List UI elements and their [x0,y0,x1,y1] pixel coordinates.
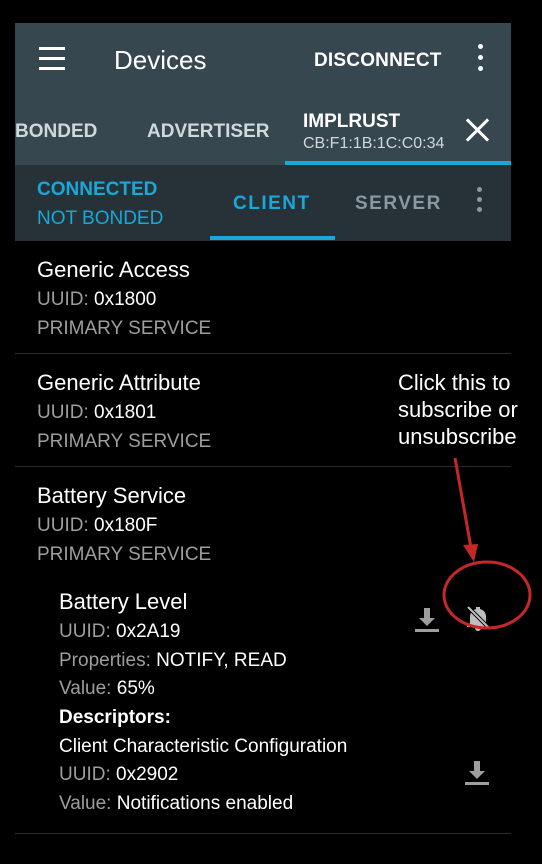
divider [15,833,511,834]
service-battery[interactable]: Battery Service UUID: 0x180F PRIMARY SER… [15,467,511,579]
tab-advertiser[interactable]: ADVERTISER [147,121,269,143]
service-name: Battery Service [37,483,187,508]
service-type: PRIMARY SERVICE [37,318,212,339]
tab-server[interactable]: SERVER [355,193,442,215]
close-icon[interactable] [465,117,491,143]
service-uuid: UUID: 0x1800 [37,289,157,310]
annotation-text: Click this to subscribe or unsubscribe [398,370,518,449]
service-name: Generic Attribute [37,370,201,395]
characteristic-uuid: UUID: 0x2A19 [59,621,181,642]
descriptors-heading: Descriptors: [59,707,171,728]
service-uuid: UUID: 0x1801 [37,402,157,423]
descriptor-uuid: UUID: 0x2902 [59,764,179,785]
disconnect-button[interactable]: DISCONNECT [314,50,442,72]
download-icon[interactable] [413,605,441,633]
characteristic-battery-level[interactable]: Battery Level UUID: 0x2A19 Properties: N… [15,585,511,833]
bond-status: NOT BONDED [37,208,164,229]
connection-status: CONNECTED [37,179,158,200]
download-icon[interactable] [463,758,491,786]
menu-icon[interactable] [39,47,67,71]
service-type: PRIMARY SERVICE [37,544,212,565]
device-address: CB:F1:1B:1C:C0:34 [303,135,445,152]
service-uuid: UUID: 0x180F [37,515,158,536]
more-vert-icon[interactable] [470,44,490,74]
service-type: PRIMARY SERVICE [37,431,212,452]
tab-bonded[interactable]: BONDED [15,121,97,143]
page-title: Devices [114,45,207,75]
characteristic-properties: Properties: NOTIFY, READ [59,650,287,671]
tab-client[interactable]: CLIENT [233,193,311,215]
service-generic-access[interactable]: Generic Access UUID: 0x1800 PRIMARY SERV… [15,241,511,353]
descriptor-name: Client Characteristic Configuration [59,736,348,757]
device-tabs: BONDED ADVERTISER IMPLRUST CB:F1:1B:1C:C… [15,95,511,165]
descriptor-value: Value: Notifications enabled [59,793,294,814]
characteristic-value: Value: 65% [59,678,155,699]
notifications-off-icon[interactable] [463,603,493,633]
connection-bar: CONNECTED NOT BONDED CLIENT SERVER [15,165,511,241]
characteristic-name: Battery Level [59,589,188,614]
service-name: Generic Access [37,257,190,282]
app-bar: Devices DISCONNECT [15,23,511,95]
tab-device-implrust[interactable]: IMPLRUST CB:F1:1B:1C:C0:34 [303,111,444,153]
device-name: IMPLRUST [303,111,401,132]
more-vert-icon[interactable] [469,187,489,217]
client-tab-indicator [210,236,335,240]
